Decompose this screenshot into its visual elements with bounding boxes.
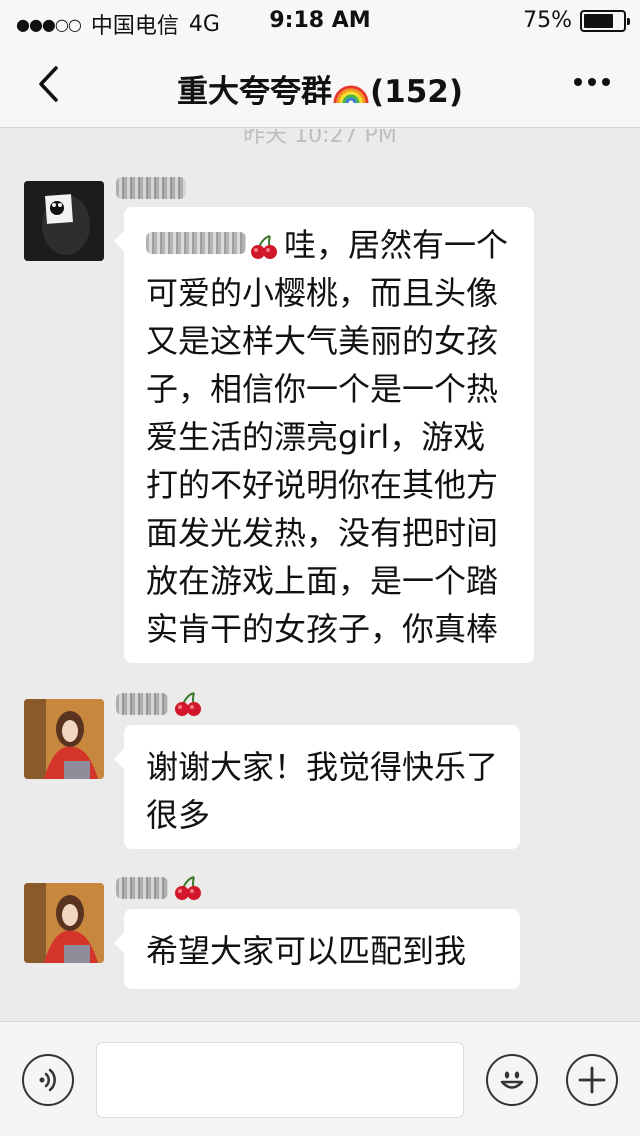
cherry-icon [175,692,201,716]
voice-button[interactable] [22,1054,74,1106]
avatar[interactable] [24,181,104,261]
rainbow-icon [333,85,369,104]
blurred-name [116,877,168,899]
message-text: 谢谢大家！我觉得快乐了很多 [146,748,499,834]
message-input[interactable] [96,1042,464,1118]
message-bubble[interactable]: 希望大家可以匹配到我 [114,909,520,989]
chat-area[interactable]: 昨天 10:27 PM 哇，居然有一个可爱的小樱桃，而且头像又是这样大气美丽的女… [0,129,640,1021]
dot [588,78,596,86]
dot [602,78,610,86]
emoji-icon [500,1071,524,1089]
blurred-name [116,693,168,715]
message-text: 哇，居然有一个可爱的小樱桃，而且头像又是这样大气美丽的女孩子，相信你一个是一个热… [146,226,509,648]
battery-percent: 75% [523,8,572,33]
message-timestamp: 昨天 10:27 PM [243,129,397,148]
cherry-icon [251,235,277,259]
message-bubble[interactable]: 谢谢大家！我觉得快乐了很多 [114,725,520,849]
avatar-image [24,699,104,779]
status-right: 75% [523,8,630,33]
message-bubble[interactable]: 哇，居然有一个可爱的小樱桃，而且头像又是这样大气美丽的女孩子，相信你一个是一个热… [114,207,534,663]
message-text: 希望大家可以匹配到我 [146,932,467,970]
voice-icon [39,1068,56,1092]
sender-name [116,873,202,903]
chat-title: 重大夸夸群 (152) [0,66,640,111]
more-dots-icon[interactable] [574,78,610,86]
dot [574,78,582,86]
nav-bar: 重大夸夸群 (152) [0,40,640,128]
battery-fill [584,13,613,28]
blurred-name [116,177,186,199]
sender-name [116,689,202,719]
avatar[interactable] [24,699,104,779]
plus-icon [578,1066,606,1094]
avatar-image [24,883,104,963]
input-bar [0,1021,640,1136]
avatar[interactable] [24,883,104,963]
member-count: (152) [369,74,464,110]
cherry-icon [175,876,201,900]
battery-icon [580,9,630,32]
status-bar: ●●●○○ 中国电信 4G 9:18 AM 75% [0,0,640,40]
group-name: 重大夸夸群 [176,74,332,110]
plus-button[interactable] [566,1054,618,1106]
emoji-button[interactable] [486,1054,538,1106]
avatar-image [24,181,104,261]
sender-name [116,173,186,203]
blurred-mention [146,232,246,254]
